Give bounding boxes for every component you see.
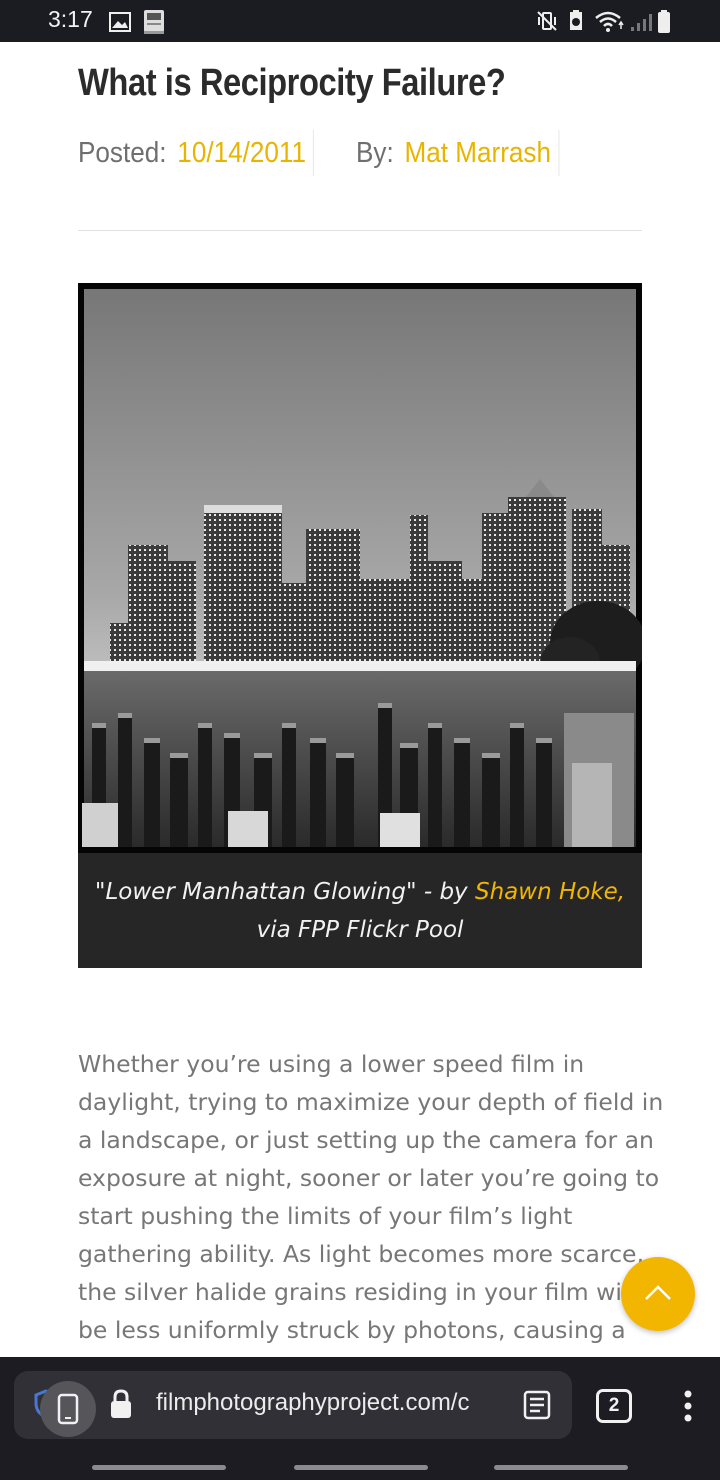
author-segment: By: Mat Marrash — [356, 130, 560, 176]
url-text[interactable]: filmphotographyproject.com/c — [156, 1389, 469, 1417]
posted-date-link[interactable]: 10/14/2011 — [177, 137, 306, 170]
wifi-icon — [594, 11, 624, 37]
signal-icon — [630, 12, 652, 36]
caption-title: "Lower Manhattan Glowing" - by — [94, 879, 475, 905]
skyline-photo-image — [78, 283, 642, 853]
body-line: start pushing the limits of your film’s … — [78, 1202, 573, 1230]
body-line: a landscape, or just setting up the came… — [78, 1126, 654, 1154]
scroll-to-top-button[interactable] — [621, 1257, 695, 1331]
nav-back-hint[interactable] — [494, 1465, 628, 1470]
data-saver-icon — [566, 9, 586, 37]
caption-author-link[interactable]: Shawn Hoke, — [475, 879, 625, 905]
posted-segment: Posted: 10/14/2011 — [78, 130, 315, 176]
author-link[interactable]: Mat Marrash — [405, 137, 551, 170]
reader-mode-icon[interactable] — [522, 1390, 552, 1424]
browser-toolbar: filmphotographyproject.com/c 2 — [0, 1357, 720, 1480]
by-label: By: — [356, 136, 395, 169]
battery-icon — [657, 10, 671, 38]
more-vert-icon[interactable] — [682, 1389, 694, 1427]
address-bar[interactable]: filmphotographyproject.com/c — [14, 1371, 572, 1439]
status-bar: 3:17 — [0, 0, 720, 42]
tabs-button[interactable]: 2 — [596, 1389, 632, 1423]
body-line: exposure at night, sooner or later you’r… — [78, 1164, 660, 1192]
lock-icon — [108, 1388, 134, 1424]
post-meta: Posted: 10/14/2011 By: Mat Marrash — [78, 130, 598, 176]
nav-home-hint[interactable] — [294, 1465, 428, 1470]
bible-app-icon — [142, 9, 166, 39]
caption-source: via FPP Flickr Pool — [256, 917, 464, 943]
mobile-view-icon[interactable] — [40, 1381, 96, 1437]
page-title: What is Reciprocity Failure? — [78, 62, 506, 104]
header-divider — [78, 230, 642, 231]
nav-recents-hint[interactable] — [92, 1465, 226, 1470]
article-body: Whether you’re using a lower speed film … — [78, 1045, 664, 1349]
photo-caption: "Lower Manhattan Glowing" - by Shawn Hok… — [78, 853, 642, 968]
body-line: be less uniformly struck by photons, cau… — [78, 1316, 626, 1344]
article-photo[interactable] — [78, 283, 642, 853]
body-line: the silver halide grains residing in you… — [78, 1278, 635, 1306]
status-time: 3:17 — [48, 6, 93, 32]
chevron-up-icon — [645, 1285, 671, 1300]
gallery-icon — [109, 12, 131, 36]
mute-vibrate-icon — [535, 10, 559, 36]
body-line: gathering ability. As light becomes more… — [78, 1240, 644, 1268]
body-line: daylight, trying to maximize your depth … — [78, 1088, 664, 1116]
body-line: Whether you’re using a lower speed film … — [78, 1050, 585, 1078]
posted-label: Posted: — [78, 136, 167, 169]
